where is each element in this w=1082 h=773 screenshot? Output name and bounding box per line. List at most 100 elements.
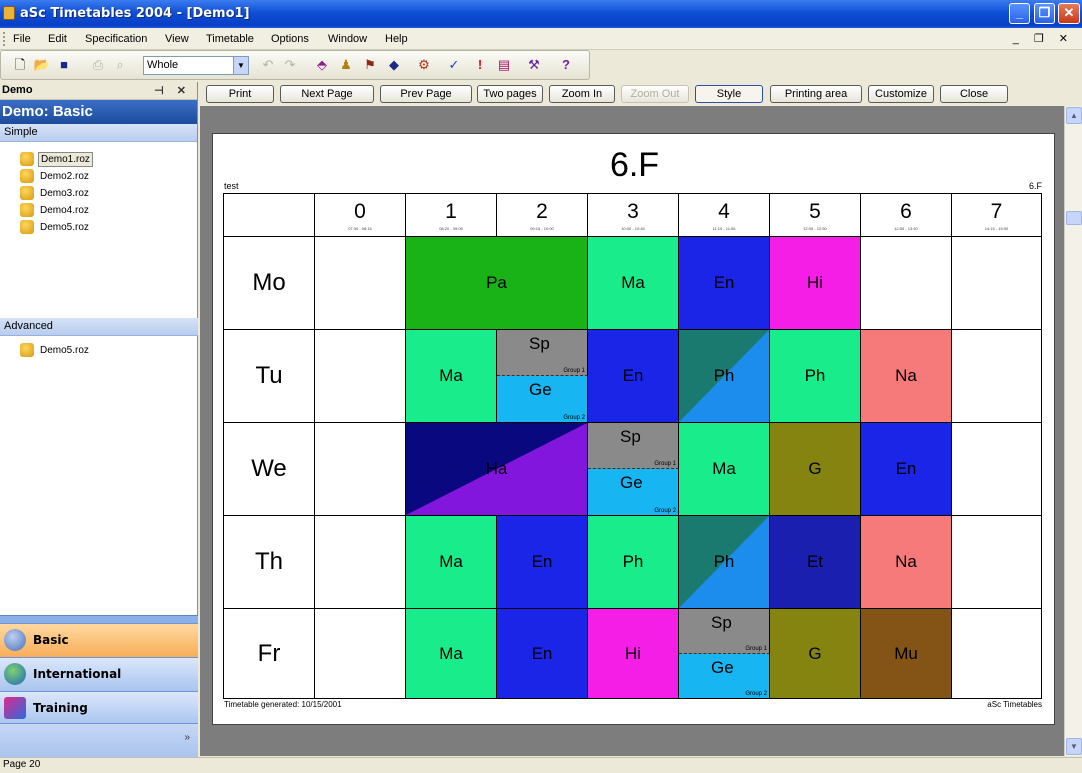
file-item[interactable]: Demo2.roz [20,169,91,186]
lesson-card[interactable]: Hi [588,609,679,698]
warning-icon[interactable]: ! [471,56,489,74]
group-lesson-card[interactable]: Ge Group 2 [679,654,770,698]
print-preview-icon[interactable]: ⌕ [111,56,129,74]
close-preview-button[interactable]: Close [940,85,1008,103]
save-icon[interactable]: ■ [55,56,73,74]
lesson-card[interactable]: Ma [679,423,770,516]
empty-cell[interactable] [315,237,406,330]
menu-file[interactable]: File [13,33,31,45]
lesson-card[interactable]: Hi [770,237,861,330]
group-lesson-card[interactable]: Ge Group 2 [588,469,679,516]
lesson-card[interactable]: G [770,423,861,516]
scroll-up-icon[interactable]: ▲ [1066,107,1082,124]
menu-specification[interactable]: Specification [85,33,147,45]
advanced-group-bar[interactable]: Advanced [0,318,198,336]
two-pages-button[interactable]: Two pages [477,85,543,103]
help-icon[interactable]: ? [557,56,575,74]
nav-splitter[interactable] [0,615,198,623]
menu-view[interactable]: View [165,33,189,45]
next-page-button[interactable]: Next Page [280,85,374,103]
lesson-card[interactable]: En [497,609,588,698]
empty-cell[interactable] [952,330,1041,423]
lesson-card[interactable]: Ma [406,516,497,609]
print-button[interactable]: Print [206,85,274,103]
group-lesson-card[interactable]: Sp Group 1 [679,609,770,654]
lesson-card[interactable]: Ma [406,330,497,423]
close-button[interactable]: ✕ [1058,3,1080,24]
scroll-thumb[interactable] [1066,211,1082,225]
undo-icon[interactable]: ↶ [259,56,277,74]
zoom-out-button[interactable]: Zoom Out [621,85,689,103]
subjects-icon[interactable]: ⬘ [313,56,331,74]
file-item[interactable]: Demo5.roz [20,343,91,360]
lesson-card[interactable]: Mu [861,609,952,698]
configure-chevron-icon[interactable]: » [184,732,190,743]
lesson-card[interactable]: Et [770,516,861,609]
view-select[interactable]: Whole ▼ [143,56,249,75]
empty-cell[interactable] [315,516,406,609]
open-folder-icon[interactable]: 📂 [33,56,51,74]
empty-cell[interactable] [952,516,1041,609]
lesson-card[interactable]: Ha [406,423,588,516]
group-lesson-card[interactable]: Sp Group 1 [588,423,679,469]
scroll-down-icon[interactable]: ▼ [1066,738,1082,755]
zoom-in-button[interactable]: Zoom In [549,85,615,103]
empty-cell[interactable] [315,609,406,698]
group-lesson-card[interactable]: Ge Group 2 [497,376,588,423]
lesson-card[interactable]: G [770,609,861,698]
file-item[interactable]: Demo4.roz [20,203,91,220]
maximize-button[interactable]: ❐ [1034,3,1055,24]
file-item[interactable]: Demo1.roz [20,151,93,169]
empty-cell[interactable] [952,423,1041,516]
lesson-card[interactable]: Pa [406,237,588,330]
lesson-card[interactable]: En [679,237,770,330]
redo-icon[interactable]: ↷ [281,56,299,74]
lesson-card[interactable]: En [497,516,588,609]
empty-cell[interactable] [952,609,1041,698]
file-item[interactable]: Demo3.roz [20,186,91,203]
customize-button[interactable]: Customize [868,85,934,103]
teachers-icon[interactable]: ♟ [337,56,355,74]
lesson-card[interactable]: Ph [770,330,861,423]
simple-group-bar[interactable]: Simple [0,124,197,142]
menu-window[interactable]: Window [328,33,367,45]
empty-cell[interactable] [952,237,1041,330]
mdi-controls[interactable]: _ ❐ ✕ [1013,32,1074,45]
file-item[interactable]: Demo5.roz [20,220,91,237]
print-icon[interactable]: ⎙ [89,56,107,74]
empty-cell[interactable] [861,237,952,330]
lesson-card[interactable]: Ph [679,516,770,609]
group-lesson-card[interactable]: Sp Group 1 [497,330,588,376]
menu-help[interactable]: Help [385,33,408,45]
lesson-card[interactable]: En [588,330,679,423]
generate-icon[interactable]: ⚙ [415,56,433,74]
lesson-card[interactable]: Ma [588,237,679,330]
settings-icon[interactable]: ⚒ [525,56,543,74]
style-button[interactable]: Style [695,85,763,103]
printing-area-button[interactable]: Printing area [770,85,862,103]
menu-edit[interactable]: Edit [48,33,67,45]
menu-options[interactable]: Options [271,33,309,45]
lesson-card[interactable]: Ph [588,516,679,609]
classes-icon[interactable]: ◆ [385,56,403,74]
lesson-card[interactable]: Na [861,516,952,609]
nav-training[interactable]: Training [0,691,198,725]
minimize-button[interactable]: _ [1009,3,1030,24]
prev-page-button[interactable]: Prev Page [380,85,472,103]
pin-close-icon[interactable]: ⊣ ✕ [154,84,191,97]
chevron-down-icon[interactable]: ▼ [233,57,248,74]
menu-timetable[interactable]: Timetable [206,33,254,45]
empty-cell[interactable] [315,330,406,423]
lesson-card[interactable]: Ma [406,609,497,698]
lesson-card[interactable]: Na [861,330,952,423]
lesson-card[interactable]: En [861,423,952,516]
empty-cell[interactable] [315,423,406,516]
lesson-card[interactable]: Ph [679,330,770,423]
classrooms-icon[interactable]: ⚑ [361,56,379,74]
nav-basic[interactable]: Basic [0,623,198,657]
new-file-icon[interactable]: 🗋 [11,56,29,74]
vertical-scrollbar[interactable]: ▲ ▼ [1064,106,1082,756]
nav-international[interactable]: International [0,657,198,691]
check-icon[interactable]: ✓ [445,56,463,74]
report-icon[interactable]: ▤ [495,56,513,74]
